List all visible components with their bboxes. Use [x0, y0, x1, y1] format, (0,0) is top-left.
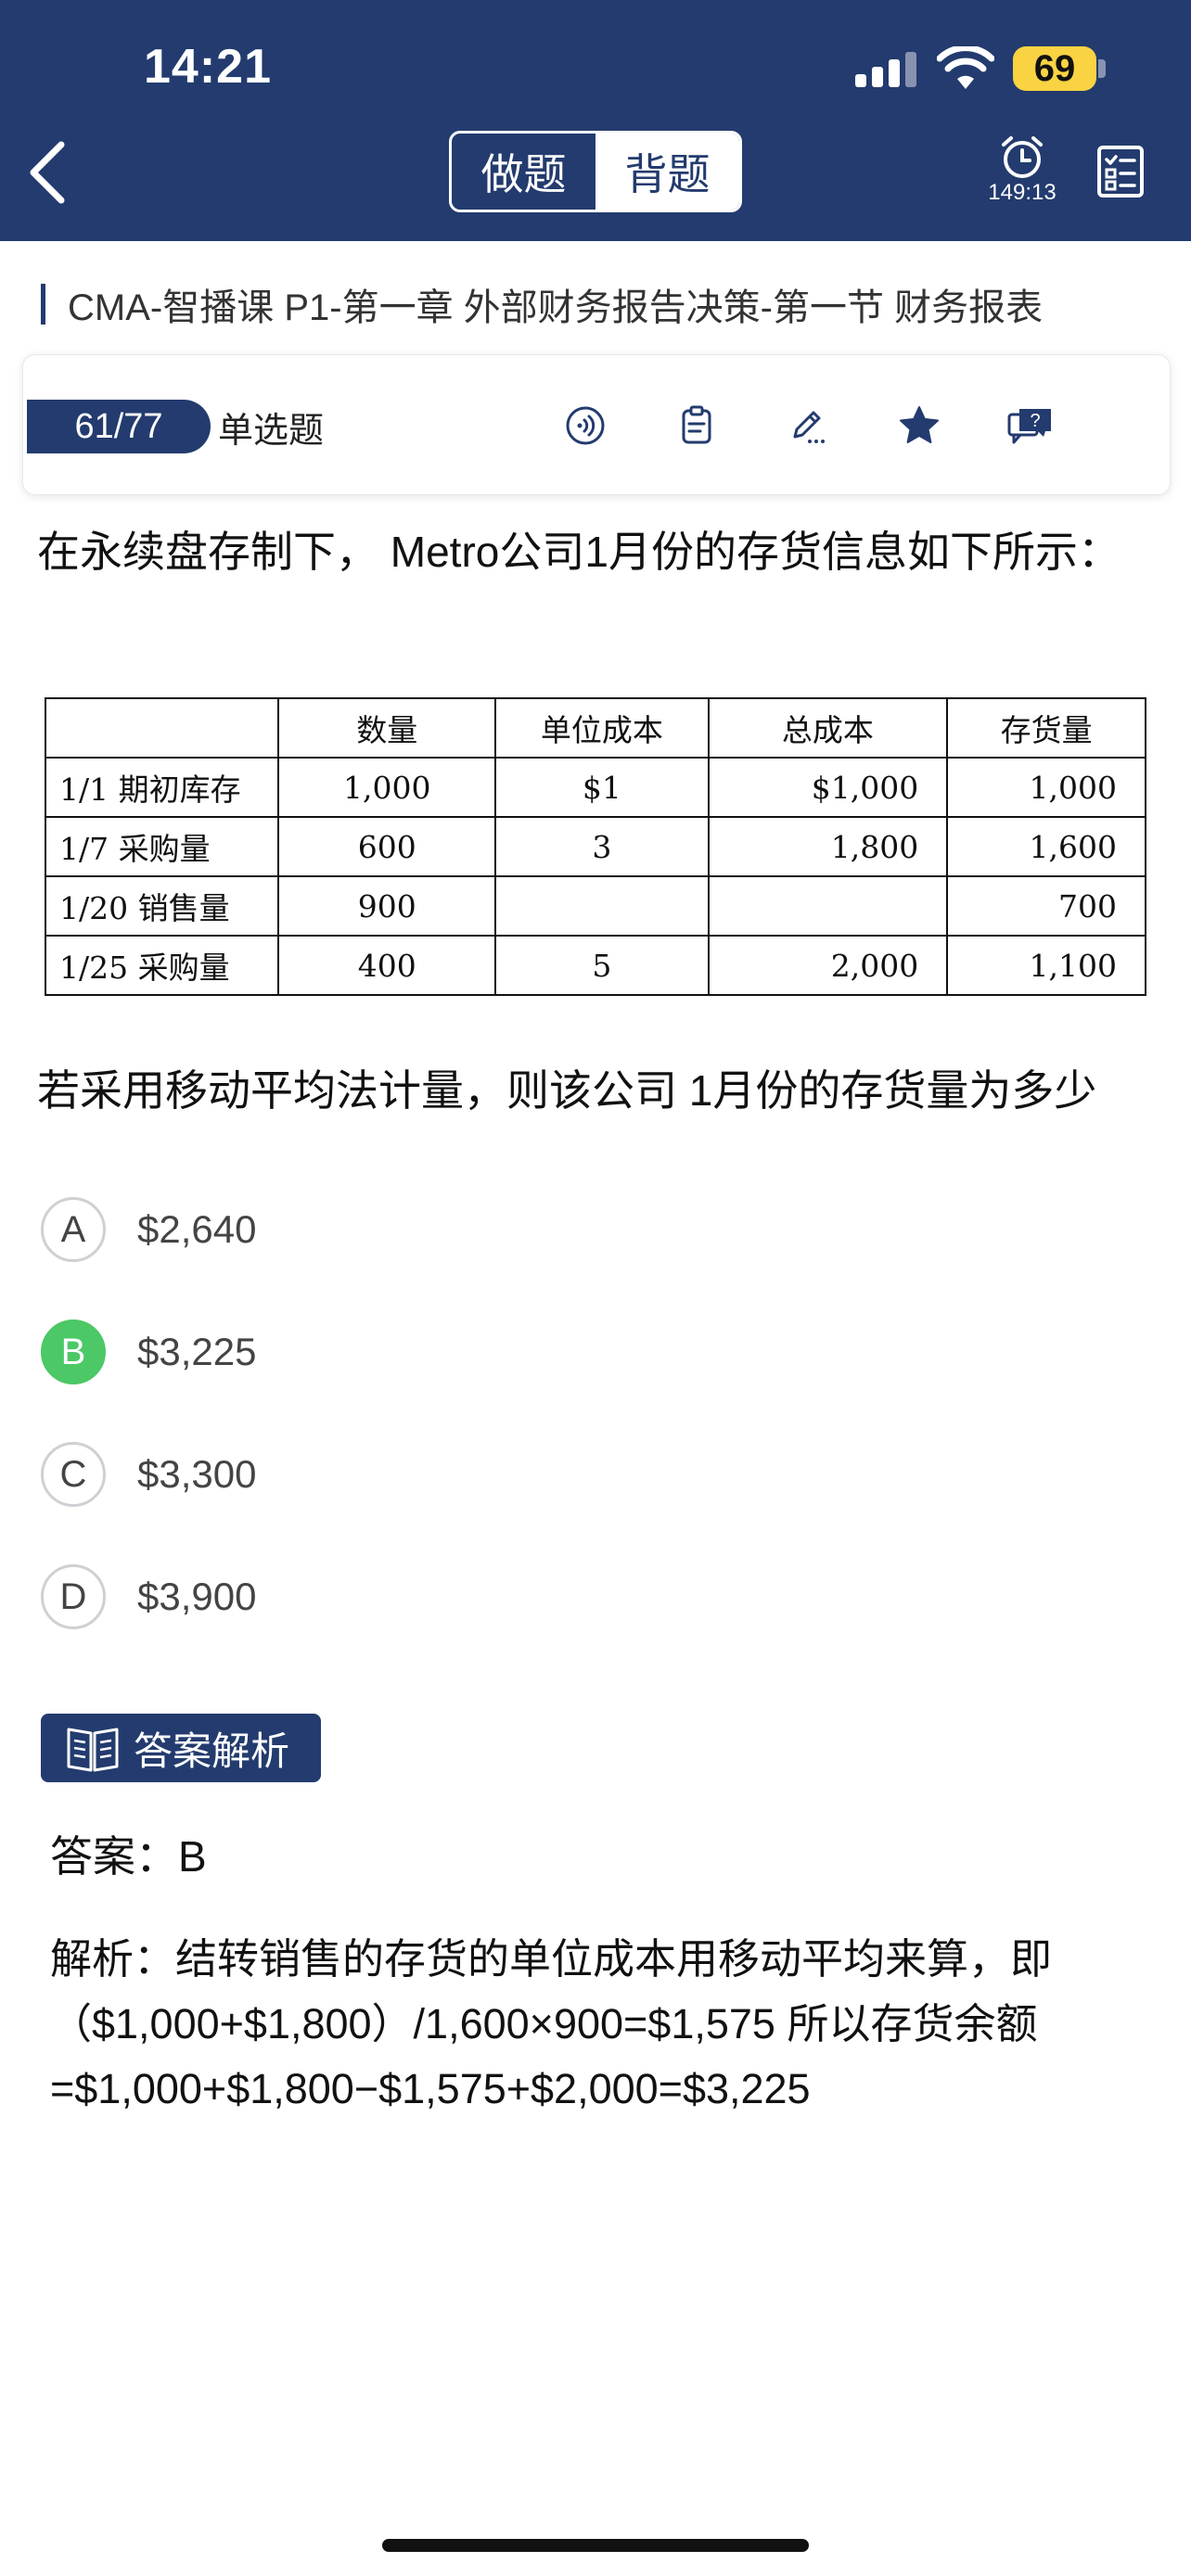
- analysis-badge: 答案解析: [41, 1714, 321, 1782]
- inventory-table: 数量 单位成本 总成本 存货量 1/1 期初库存 1,000 $1 $1,000…: [44, 697, 1146, 996]
- table-row: 1/20 销售量 900 700: [44, 875, 1146, 937]
- table-cell: 1,600: [946, 816, 1146, 877]
- analysis-title: 答案解析: [134, 1728, 290, 1774]
- table-header-cell: 总成本: [707, 697, 949, 759]
- table-cell: $1: [494, 757, 710, 818]
- ask-question-icon: ?: [1007, 409, 1051, 444]
- table-cell: 5: [494, 935, 710, 996]
- home-indicator[interactable]: [382, 2539, 809, 2552]
- table-cell: [494, 875, 710, 937]
- favorite-button[interactable]: [891, 398, 947, 453]
- option-b[interactable]: B $3,225: [41, 1317, 783, 1387]
- open-book-icon: [67, 1728, 119, 1772]
- battery-cap: [1098, 59, 1106, 78]
- option-text: $3,300: [137, 1452, 257, 1496]
- table-header-cell: 数量: [277, 697, 497, 759]
- top-header: 14:21 69 做题 背题 149:13: [0, 0, 1191, 241]
- answer-sheet-button[interactable]: [1096, 145, 1145, 198]
- explanation-line: 解析：结转销售的存货的单位成本用移动平均来算，即: [50, 1935, 1053, 1983]
- question-info-card: 61/77 单选题 ?: [22, 354, 1171, 495]
- table-cell: 1,000: [946, 757, 1146, 818]
- table-cell: 400: [277, 935, 497, 996]
- table-cell: 1/7 采购量: [44, 816, 280, 877]
- breadcrumb-text: CMA-智播课 P1-第一章 外部财务报告决策-第一节 财务报表: [68, 287, 1044, 328]
- option-letter-correct: B: [41, 1320, 106, 1384]
- tab-practice-mode[interactable]: 做题: [452, 134, 596, 210]
- chevron-left-icon: [30, 141, 65, 204]
- question-type: 单选题: [218, 409, 325, 451]
- svg-text:?: ?: [1030, 411, 1040, 431]
- table-cell: 1/1 期初库存: [44, 757, 280, 818]
- edit-pencil-icon: [793, 411, 825, 443]
- explanation: 解析：结转销售的存货的单位成本用移动平均来算，即 （$1,000+$1,800）…: [50, 1927, 1154, 2122]
- answer-sheet-icon: [1097, 146, 1144, 198]
- table-cell: 1/20 销售量: [44, 875, 280, 937]
- table-cell: 2,000: [707, 935, 949, 996]
- explanation-line: （$1,000+$1,800）/1,600×900=$1,575 所以存货余额: [50, 2000, 1038, 2047]
- table-header-cell: 单位成本: [494, 697, 710, 759]
- table-cell: 900: [277, 875, 497, 937]
- battery-indicator: 69: [1013, 46, 1096, 91]
- question-stem: 在永续盘存制下， Metro公司1月份的存货信息如下所示：: [37, 528, 1121, 576]
- explanation-line: =$1,000+$1,800−$1,575+$2,000=$3,225: [50, 2065, 811, 2112]
- notes-button[interactable]: [669, 398, 724, 453]
- breadcrumb-accent-bar: [41, 284, 45, 325]
- alarm-clock-icon: [1002, 136, 1043, 178]
- option-text: $3,900: [137, 1575, 257, 1618]
- table-header-row: 数量 单位成本 总成本 存货量: [44, 697, 1146, 759]
- option-text: $3,225: [137, 1330, 257, 1373]
- ask-question-button[interactable]: ?: [1003, 398, 1058, 453]
- question-text: 若采用移动平均法计量，则该公司 1月份的存货量为多少: [37, 1066, 1097, 1115]
- back-button[interactable]: [20, 137, 76, 208]
- favorite-star-icon: [900, 406, 939, 443]
- notes-icon: [682, 405, 711, 444]
- timer-text: 149:13: [988, 180, 1057, 205]
- wifi-icon: [937, 46, 994, 89]
- mode-toggle: 做题 背题: [449, 131, 742, 212]
- option-letter: C: [41, 1442, 106, 1507]
- table-cell: 1,800: [707, 816, 949, 877]
- question-progress: 61/77: [27, 400, 211, 453]
- edit-button[interactable]: [780, 398, 836, 453]
- option-d[interactable]: D $3,900: [41, 1562, 783, 1632]
- table-cell: 1,100: [946, 935, 1146, 996]
- table-row: 1/1 期初库存 1,000 $1 $1,000 1,000: [44, 757, 1146, 818]
- cellular-signal-icon: [855, 52, 916, 87]
- table-header-cell: [44, 697, 280, 759]
- table-row: 1/25 采购量 400 5 2,000 1,100: [44, 935, 1146, 996]
- table-cell: 3: [494, 816, 710, 877]
- breadcrumb: CMA-智播课 P1-第一章 外部财务报告决策-第一节 财务报表: [41, 278, 1043, 330]
- table-header-cell: 存货量: [946, 697, 1146, 759]
- table-cell: [707, 875, 949, 937]
- table-cell: 700: [946, 875, 1146, 937]
- timer-button[interactable]: 149:13: [976, 135, 1069, 210]
- audio-icon: [566, 406, 605, 445]
- table-cell: 1,000: [277, 757, 497, 818]
- option-text: $2,640: [137, 1207, 257, 1251]
- audio-button[interactable]: [557, 398, 613, 453]
- option-c[interactable]: C $3,300: [41, 1439, 783, 1510]
- option-letter: D: [41, 1564, 106, 1629]
- table-cell: $1,000: [707, 757, 949, 818]
- option-a[interactable]: A $2,640: [41, 1194, 783, 1265]
- table-row: 1/7 采购量 600 3 1,800 1,600: [44, 816, 1146, 877]
- table-cell: 1/25 采购量: [44, 935, 280, 996]
- tab-recite-mode[interactable]: 背题: [596, 134, 739, 210]
- status-time: 14:21: [144, 40, 272, 94]
- table-cell: 600: [277, 816, 497, 877]
- answer-line: 答案：B: [50, 1832, 207, 1881]
- option-letter: A: [41, 1197, 106, 1262]
